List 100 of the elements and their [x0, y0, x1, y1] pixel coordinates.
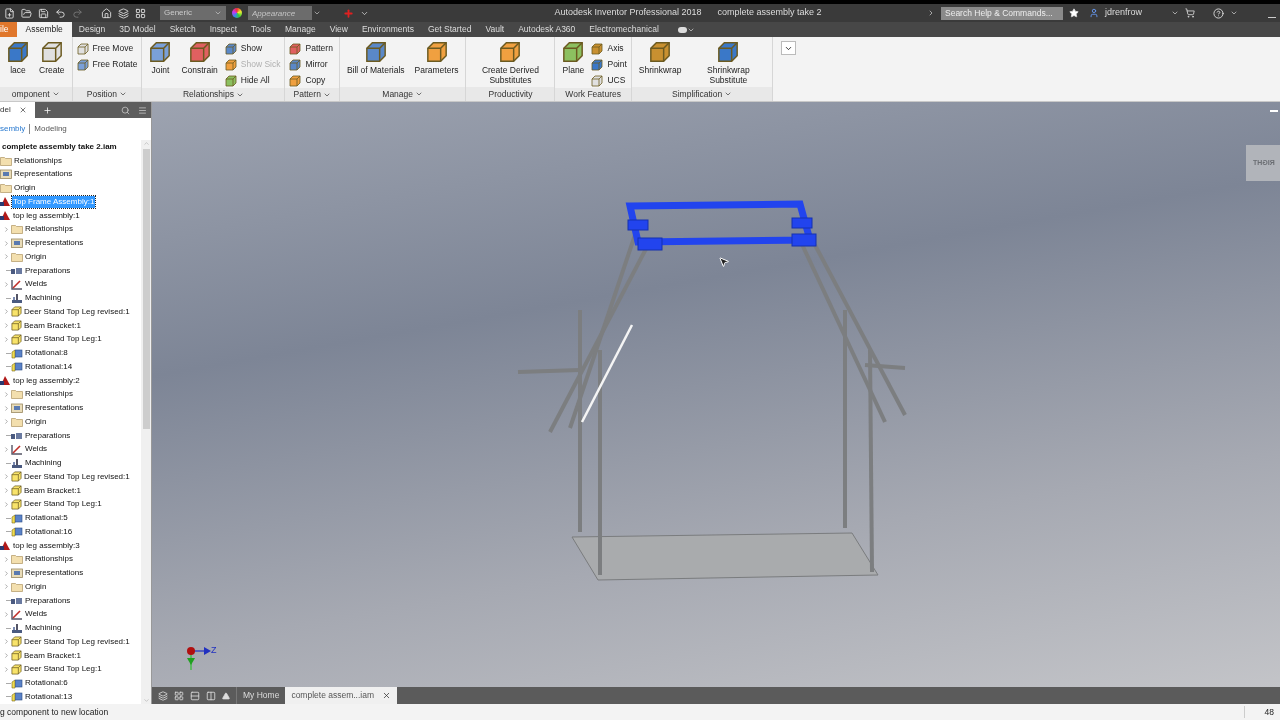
ribbon-button[interactable]: Free Move — [76, 41, 138, 56]
tree-item[interactable]: Deer Stand Top Leg revised:1 — [23, 305, 131, 318]
user-name[interactable]: jdrenfrow — [1105, 6, 1165, 20]
ribbon-button[interactable]: lace — [4, 41, 32, 75]
tree-item[interactable]: Relationships — [24, 223, 75, 236]
vertical-split-icon[interactable] — [206, 690, 216, 701]
minimize-window-icon[interactable] — [1268, 16, 1276, 18]
ribbon-button[interactable]: Mirror — [289, 57, 333, 72]
browser-tab[interactable]: del — [0, 102, 35, 118]
ribbon-button[interactable]: Show — [224, 41, 281, 56]
ribbon-button[interactable]: Plane — [559, 41, 588, 75]
tree-item[interactable]: Preparations — [24, 264, 72, 277]
tree-item[interactable]: Welds — [24, 443, 49, 456]
tree-item[interactable]: Beam Bracket:1 — [23, 484, 82, 497]
tree-item[interactable]: Preparations — [24, 594, 72, 607]
tree-item[interactable]: top leg assembly:1 — [12, 209, 81, 222]
tree-item[interactable]: Rotational:13 — [24, 690, 74, 703]
tree-item[interactable]: Deer Stand Top Leg:1 — [23, 663, 103, 676]
tree-item[interactable]: Machining — [24, 622, 63, 635]
ribbon-tab[interactable]: Get Started — [420, 22, 479, 37]
search-icon[interactable] — [121, 105, 130, 115]
ribbon-button[interactable]: Shrinkwrap Substitute — [688, 41, 769, 85]
tree-item[interactable]: top leg assembly:2 — [12, 374, 81, 387]
tree-item[interactable]: Welds — [24, 278, 49, 291]
layers-icon[interactable] — [118, 7, 129, 19]
star-icon[interactable] — [1069, 8, 1079, 18]
ribbon-tab[interactable]: Electromechanical — [582, 22, 666, 37]
ribbon-tab[interactable]: 3D Model — [112, 22, 163, 37]
close-icon[interactable] — [382, 691, 392, 700]
caret-icon[interactable] — [313, 9, 321, 17]
tree-item[interactable]: Representations — [24, 567, 85, 580]
tree-item[interactable]: Beam Bracket:1 — [23, 649, 82, 662]
ribbon-tab[interactable]: Sketch — [162, 22, 203, 37]
triangle-icon[interactable] — [222, 691, 230, 700]
undo-icon[interactable] — [55, 7, 66, 19]
ribbon-tab[interactable]: Tools — [244, 22, 278, 37]
document-tab[interactable]: My Home — [237, 687, 286, 704]
color-wheel-icon[interactable] — [232, 8, 242, 18]
horizontal-split-icon[interactable] — [190, 690, 200, 701]
view-link[interactable]: sembly — [0, 123, 26, 135]
tree-item[interactable]: top leg assembly:3 — [12, 539, 81, 552]
close-icon[interactable] — [18, 106, 27, 114]
tree-item[interactable]: Origin — [13, 182, 37, 195]
ribbon-button[interactable]: Create Derived Substitutes — [470, 41, 551, 85]
tree-item[interactable]: Deer Stand Top Leg:1 — [23, 498, 103, 511]
ribbon-button[interactable]: Hide All — [224, 73, 281, 88]
panel-options-button[interactable] — [781, 41, 797, 55]
ribbon-tab[interactable]: Inspect — [202, 22, 245, 37]
ribbon-button[interactable]: Shrinkwrap — [635, 41, 685, 75]
new-file-icon[interactable] — [4, 7, 15, 19]
tree-item[interactable]: Origin — [24, 250, 48, 263]
tree-item[interactable]: Relationships — [13, 154, 64, 167]
help-icon[interactable] — [1213, 7, 1224, 19]
add-icon[interactable] — [42, 105, 52, 115]
caret-icon[interactable] — [686, 26, 695, 34]
redo-icon[interactable] — [72, 7, 83, 19]
ribbon-tab[interactable]: Assemble — [16, 22, 72, 37]
cart-icon[interactable] — [1185, 8, 1195, 18]
ribbon-button[interactable]: Free Rotate — [76, 57, 138, 72]
tree-item[interactable]: Relationships — [24, 388, 75, 401]
caret-icon[interactable] — [1171, 9, 1179, 17]
ribbon-button[interactable]: Create — [36, 41, 68, 75]
ribbon-button[interactable]: Constrain — [178, 41, 221, 75]
tree-item[interactable]: Origin — [24, 415, 48, 428]
tree-item[interactable]: Welds — [24, 608, 49, 621]
user-icon[interactable] — [1089, 8, 1099, 18]
ribbon-button[interactable]: Bill of Materials — [343, 41, 408, 75]
tree-item[interactable]: Rotational:16 — [24, 525, 74, 538]
search-field[interactable]: Search Help & Commands... — [941, 6, 1063, 20]
ribbon-tab[interactable]: View — [322, 22, 355, 37]
open-folder-icon[interactable] — [21, 7, 32, 19]
document-tab[interactable]: complete assem...iam — [285, 687, 398, 704]
tree-item[interactable]: Beam Bracket:1 — [23, 319, 82, 332]
ribbon-button[interactable]: Pattern — [289, 41, 333, 56]
ribbon-button[interactable]: UCS — [591, 73, 627, 88]
expand-icon[interactable] — [927, 9, 935, 17]
ribbon-button[interactable]: Joint — [146, 41, 175, 75]
tree-item[interactable]: Rotational:14 — [24, 360, 74, 373]
menu-icon[interactable] — [138, 105, 147, 115]
ribbon-tab[interactable]: Manage — [277, 22, 323, 37]
tile-icon[interactable] — [174, 690, 184, 701]
tree-item[interactable]: Deer Stand Top Leg revised:1 — [23, 635, 131, 648]
ribbon-button[interactable]: Copy — [289, 73, 333, 88]
ribbon-button[interactable]: Point — [591, 57, 627, 72]
tree-item[interactable]: Rotational:6 — [24, 677, 69, 690]
tree-item[interactable]: Relationships — [24, 553, 75, 566]
save-icon[interactable] — [38, 7, 49, 19]
tree-item[interactable]: Representations — [13, 168, 74, 181]
home-icon[interactable] — [101, 7, 112, 19]
tree-item[interactable]: Deer Stand Top Leg revised:1 — [23, 470, 131, 483]
tree-item[interactable]: Machining — [24, 457, 63, 470]
caret-icon[interactable] — [1230, 9, 1238, 17]
tree-item[interactable]: Rotational:5 — [24, 512, 69, 525]
ribbon-tab[interactable]: Vault — [478, 22, 512, 37]
ribbon-tab[interactable]: Autodesk A360 — [511, 22, 583, 37]
tree-item[interactable]: Origin — [24, 580, 48, 593]
ribbon-button[interactable]: Axis — [591, 41, 627, 56]
display-toggle-icon[interactable] — [677, 27, 687, 33]
tree-item[interactable]: Preparations — [24, 429, 72, 442]
ribbon-button[interactable]: Parameters — [411, 41, 462, 75]
